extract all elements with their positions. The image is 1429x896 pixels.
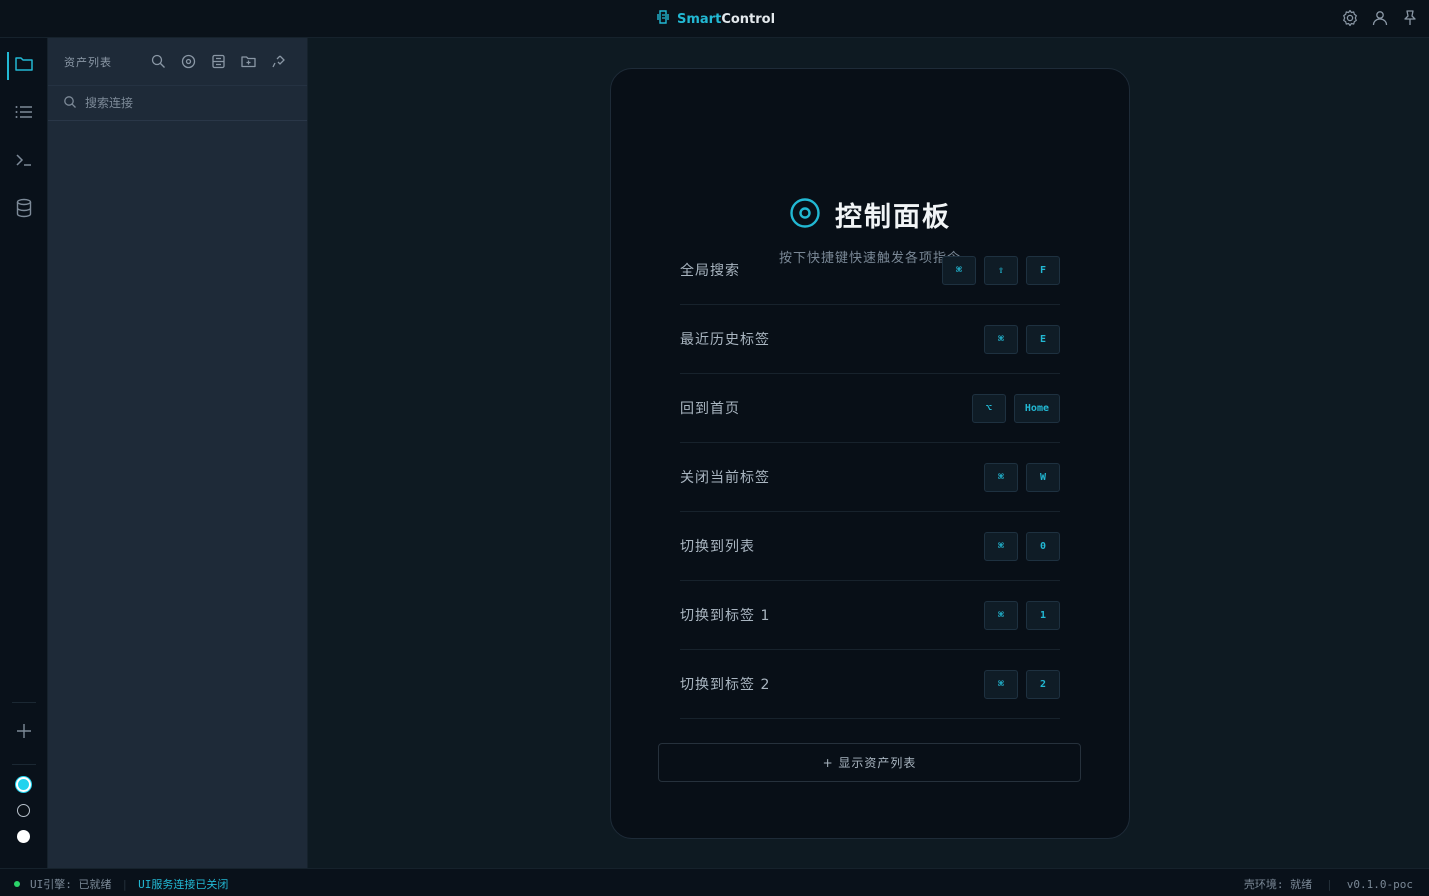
key-cap: ⇧: [984, 255, 1018, 285]
activity-assets[interactable]: [0, 48, 48, 84]
shortcut-row[interactable]: 全局搜索 ⌘ ⇧ F: [680, 236, 1060, 305]
theme-light-dot[interactable]: [17, 830, 30, 843]
theme-dark-dot[interactable]: [17, 804, 30, 817]
key-cap: W: [1026, 462, 1060, 492]
plus-icon: [16, 723, 32, 743]
shortcut-row[interactable]: 切换到标签 1 ⌘ 1: [680, 581, 1060, 650]
theme-cyan-dot[interactable]: [16, 777, 31, 792]
key-cap: ⌘: [984, 324, 1018, 354]
panel-header: 控制面板: [611, 195, 1129, 234]
service-status[interactable]: UI服务连接已关闭: [138, 876, 228, 892]
shortcut-label: 切换到列表: [680, 539, 755, 555]
key-cap: ⌘: [942, 255, 976, 285]
activity-divider: [12, 764, 36, 765]
shortcut-row[interactable]: 切换到标签 2 ⌘ 2: [680, 650, 1060, 719]
user-icon[interactable]: [1371, 9, 1389, 27]
server-icon[interactable]: [210, 53, 227, 70]
activity-database[interactable]: [0, 192, 48, 228]
database-icon: [15, 198, 33, 222]
target-icon: [789, 197, 821, 233]
settings-icon[interactable]: [1341, 9, 1359, 27]
key-cap: E: [1026, 324, 1060, 354]
sidebar-title: 资产列表: [64, 55, 112, 69]
key-cap: ⌘: [984, 531, 1018, 561]
shell-status: 壳环境: 就绪: [1243, 878, 1313, 891]
key-cap: Home: [1013, 393, 1060, 423]
status-ready-dot: [14, 881, 20, 887]
sidebar-search: [48, 86, 307, 121]
activity-divider: [12, 702, 36, 703]
title-bar: SmartControl: [0, 0, 1429, 38]
key-cap: 0: [1026, 531, 1060, 561]
shortcut-label: 回到首页: [680, 401, 740, 417]
status-bar: UI引擎: 已就绪 | UI服务连接已关闭 壳环境: 就绪 | v0.1.0-p…: [0, 868, 1429, 896]
key-cap: 2: [1026, 669, 1060, 699]
folder-icon: [14, 55, 34, 77]
shortcut-row[interactable]: 切换到列表 ⌘ 0: [680, 512, 1060, 581]
pin-icon[interactable]: [1401, 9, 1419, 27]
add-button[interactable]: [0, 715, 48, 751]
key-cap: 1: [1026, 600, 1060, 630]
folder-add-icon[interactable]: [240, 53, 257, 70]
shortcut-list: 全局搜索 ⌘ ⇧ F 最近历史标签 ⌘ E 回到首页 ⌥ Home 关闭当前标签…: [680, 236, 1060, 719]
brand-rest: Control: [721, 11, 776, 27]
target-icon[interactable]: [180, 53, 197, 70]
brand-accent: Smart: [677, 11, 722, 27]
status-divider: |: [121, 877, 129, 891]
sidebar-header: 资产列表: [48, 38, 307, 86]
key-cap: ⌘: [984, 669, 1018, 699]
logo-icon: [657, 10, 669, 28]
show-assets-button[interactable]: + 显示资产列表: [658, 743, 1081, 782]
activity-bar: [0, 38, 48, 868]
shortcut-row[interactable]: 关闭当前标签 ⌘ W: [680, 443, 1060, 512]
shortcut-row[interactable]: 最近历史标签 ⌘ E: [680, 305, 1060, 374]
key-cap: F: [1026, 255, 1060, 285]
search-icon[interactable]: [150, 53, 167, 70]
shortcut-row[interactable]: 回到首页 ⌥ Home: [680, 374, 1060, 443]
activity-list[interactable]: [0, 96, 48, 132]
list-icon: [14, 104, 34, 124]
key-cap: ⌘: [984, 462, 1018, 492]
shortcut-label: 切换到标签 2: [680, 677, 771, 693]
panel-title: 控制面板: [835, 202, 951, 233]
shortcut-label: 切换到标签 1: [680, 608, 771, 624]
search-icon: [63, 94, 77, 113]
asset-sidebar: 资产列表: [48, 38, 308, 868]
status-divider: |: [1326, 877, 1333, 891]
shortcut-label: 关闭当前标签: [680, 470, 770, 486]
terminal-icon: [14, 152, 34, 172]
key-cap: ⌘: [984, 600, 1018, 630]
shortcut-label: 全局搜索: [680, 263, 740, 279]
shortcut-label: 最近历史标签: [680, 332, 770, 348]
key-cap: ⌥: [971, 393, 1006, 423]
activity-terminal[interactable]: [0, 144, 48, 180]
app-brand: SmartControl: [657, 10, 775, 28]
version-label: v0.1.0-poc: [1346, 877, 1413, 891]
search-connection-input[interactable]: [85, 96, 285, 110]
plugin-icon[interactable]: [270, 53, 287, 70]
engine-status: UI引擎: 已就绪: [30, 878, 112, 891]
